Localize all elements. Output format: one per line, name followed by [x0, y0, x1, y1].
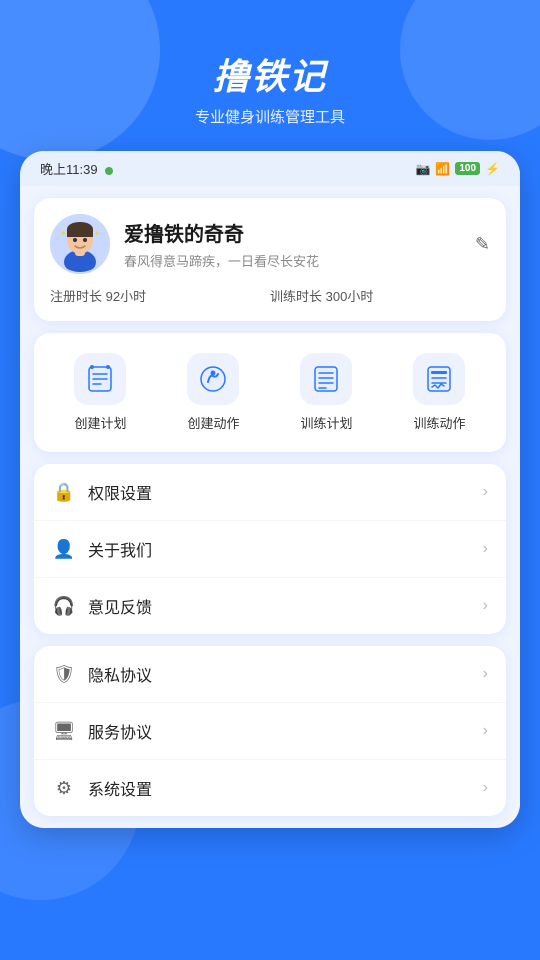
menu-settings-label: 系统设置 [88, 776, 483, 800]
monitor-icon: 🖥 [52, 721, 76, 742]
arrow-icon-settings: › [483, 779, 488, 797]
arrow-icon-permissions: › [483, 483, 488, 501]
phone-mockup: 晚上11:39 📷 📶 100 ⚡ [20, 151, 520, 828]
avatar: ✦ ✦ [50, 214, 110, 274]
app-subtitle: 专业健身训练管理工具 [0, 106, 540, 127]
charge-icon: ⚡ [485, 162, 500, 176]
menu-feedback-label: 意见反馈 [88, 594, 483, 618]
train-plan-icon-wrap [300, 353, 352, 405]
battery-icon: 100 [455, 162, 480, 175]
svg-text:✦: ✦ [60, 229, 67, 238]
network-status-dot [105, 167, 113, 175]
menu-item-about[interactable]: 👤 关于我们 › [34, 521, 506, 578]
user-motto: 春风得意马蹄疾，一日看尽长安花 [124, 251, 475, 270]
menu-item-privacy[interactable]: 🛡 隐私协议 › [34, 646, 506, 703]
create-move-icon-wrap [187, 353, 239, 405]
app-title: 撸铁记 [0, 48, 540, 100]
menu-section-1: 🔒 权限设置 › 👤 关于我们 › 🎧 意见反馈 › [34, 464, 506, 634]
svg-text:✦: ✦ [94, 230, 100, 238]
lock-icon: 🔒 [52, 482, 76, 503]
menu-item-permissions[interactable]: 🔒 权限设置 › [34, 464, 506, 521]
stat-reg: 注册时长 92小时 [50, 286, 270, 305]
status-bar: 晚上11:39 📷 📶 100 ⚡ [20, 151, 520, 186]
quick-actions: 创建计划 创建动作 训练计划 [34, 333, 506, 452]
arrow-icon-privacy: › [483, 665, 488, 683]
train-move-icon-wrap [413, 353, 465, 405]
create-plan-icon-wrap [74, 353, 126, 405]
photo-icon: 📷 [415, 162, 430, 176]
train-plan-label: 训练计划 [300, 413, 352, 432]
menu-item-service[interactable]: 🖥 服务协议 › [34, 703, 506, 760]
wifi-icon: 📶 [435, 162, 450, 176]
menu-item-settings[interactable]: ⚙ 系统设置 › [34, 760, 506, 816]
gear-icon: ⚙ [52, 778, 76, 799]
action-train-plan[interactable]: 训练计划 [300, 353, 352, 432]
app-header: 撸铁记 专业健身训练管理工具 [0, 0, 540, 143]
menu-service-label: 服务协议 [88, 719, 483, 743]
create-move-label: 创建动作 [187, 413, 239, 432]
edit-profile-button[interactable]: ✎ [475, 234, 490, 255]
action-create-move[interactable]: 创建动作 [187, 353, 239, 432]
arrow-icon-about: › [483, 540, 488, 558]
headset-icon: 🎧 [52, 596, 76, 617]
user-stats: 注册时长 92小时 训练时长 300小时 [50, 286, 490, 305]
train-move-label: 训练动作 [413, 413, 465, 432]
menu-item-feedback[interactable]: 🎧 意见反馈 › [34, 578, 506, 634]
action-create-plan[interactable]: 创建计划 [74, 353, 126, 432]
menu-about-label: 关于我们 [88, 537, 483, 561]
shield-icon: 🛡 [52, 664, 76, 685]
stat-train: 训练时长 300小时 [270, 286, 490, 305]
arrow-icon-service: › [483, 722, 488, 740]
action-train-move[interactable]: 训练动作 [413, 353, 465, 432]
menu-section-2: 🛡 隐私协议 › 🖥 服务协议 › ⚙ 系统设置 › [34, 646, 506, 816]
arrow-icon-feedback: › [483, 597, 488, 615]
create-plan-label: 创建计划 [74, 413, 126, 432]
menu-privacy-label: 隐私协议 [88, 662, 483, 686]
menu-permissions-label: 权限设置 [88, 480, 483, 504]
user-text: 爱撸铁的奇奇 春风得意马蹄疾，一日看尽长安花 [110, 218, 475, 270]
user-name: 爱撸铁的奇奇 [124, 218, 475, 247]
status-icons: 📷 📶 100 ⚡ [415, 162, 500, 176]
status-time: 晚上11:39 [40, 159, 113, 178]
user-info-row: ✦ ✦ 爱撸铁的奇奇 春风得意马蹄疾，一日看尽长安花 ✎ [50, 214, 490, 274]
person-icon: 👤 [52, 539, 76, 560]
user-card: ✦ ✦ 爱撸铁的奇奇 春风得意马蹄疾，一日看尽长安花 ✎ 注册时长 92小时 训… [34, 198, 506, 321]
